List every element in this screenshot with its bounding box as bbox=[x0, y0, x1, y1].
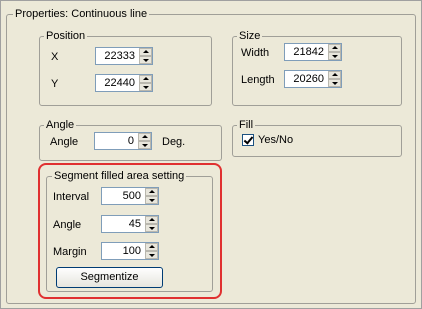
position-x-label: X bbox=[51, 51, 59, 63]
properties-title: Properties: Continuous line bbox=[13, 7, 150, 21]
angle-unit: Deg. bbox=[162, 136, 186, 148]
fill-checkbox[interactable] bbox=[242, 134, 254, 146]
spin-down-icon[interactable] bbox=[328, 79, 341, 87]
spin-up-icon[interactable] bbox=[328, 44, 341, 52]
angle-spinner[interactable]: 0 bbox=[94, 132, 152, 150]
size-width-value[interactable]: 21842 bbox=[286, 44, 326, 60]
highlight-frame bbox=[38, 163, 222, 299]
fill-checkbox-label[interactable]: Yes/No bbox=[258, 133, 293, 147]
angle-label: Angle bbox=[50, 136, 79, 148]
spin-up-icon[interactable] bbox=[328, 71, 341, 79]
position-y-spinner[interactable]: 22440 bbox=[95, 74, 153, 92]
angle-spin-buttons[interactable] bbox=[138, 133, 151, 149]
position-title: Position bbox=[44, 29, 88, 43]
position-x-value[interactable]: 22333 bbox=[97, 48, 137, 64]
position-y-value[interactable]: 22440 bbox=[97, 75, 137, 91]
angle-title: Angle bbox=[44, 118, 77, 132]
spin-down-icon[interactable] bbox=[328, 52, 341, 60]
size-width-spin-buttons[interactable] bbox=[328, 44, 341, 60]
spin-down-icon[interactable] bbox=[138, 141, 151, 149]
spin-up-icon[interactable] bbox=[139, 48, 152, 56]
position-x-spinner[interactable]: 22333 bbox=[95, 47, 153, 65]
size-length-value[interactable]: 20260 bbox=[286, 71, 326, 87]
size-length-spinner[interactable]: 20260 bbox=[284, 70, 342, 88]
angle-value[interactable]: 0 bbox=[96, 133, 136, 149]
position-y-label: Y bbox=[51, 78, 59, 90]
size-length-spin-buttons[interactable] bbox=[328, 71, 341, 87]
spin-up-icon[interactable] bbox=[139, 75, 152, 83]
position-y-spin-buttons[interactable] bbox=[139, 75, 152, 91]
size-width-label: Width bbox=[241, 47, 270, 59]
size-width-spinner[interactable]: 21842 bbox=[284, 43, 342, 61]
size-title: Size bbox=[237, 29, 263, 43]
spin-down-icon[interactable] bbox=[139, 56, 152, 64]
position-x-spin-buttons[interactable] bbox=[139, 48, 152, 64]
size-length-label: Length bbox=[241, 74, 275, 86]
spin-down-icon[interactable] bbox=[139, 83, 152, 91]
fill-title: Fill bbox=[237, 118, 256, 132]
spin-up-icon[interactable] bbox=[138, 133, 151, 141]
